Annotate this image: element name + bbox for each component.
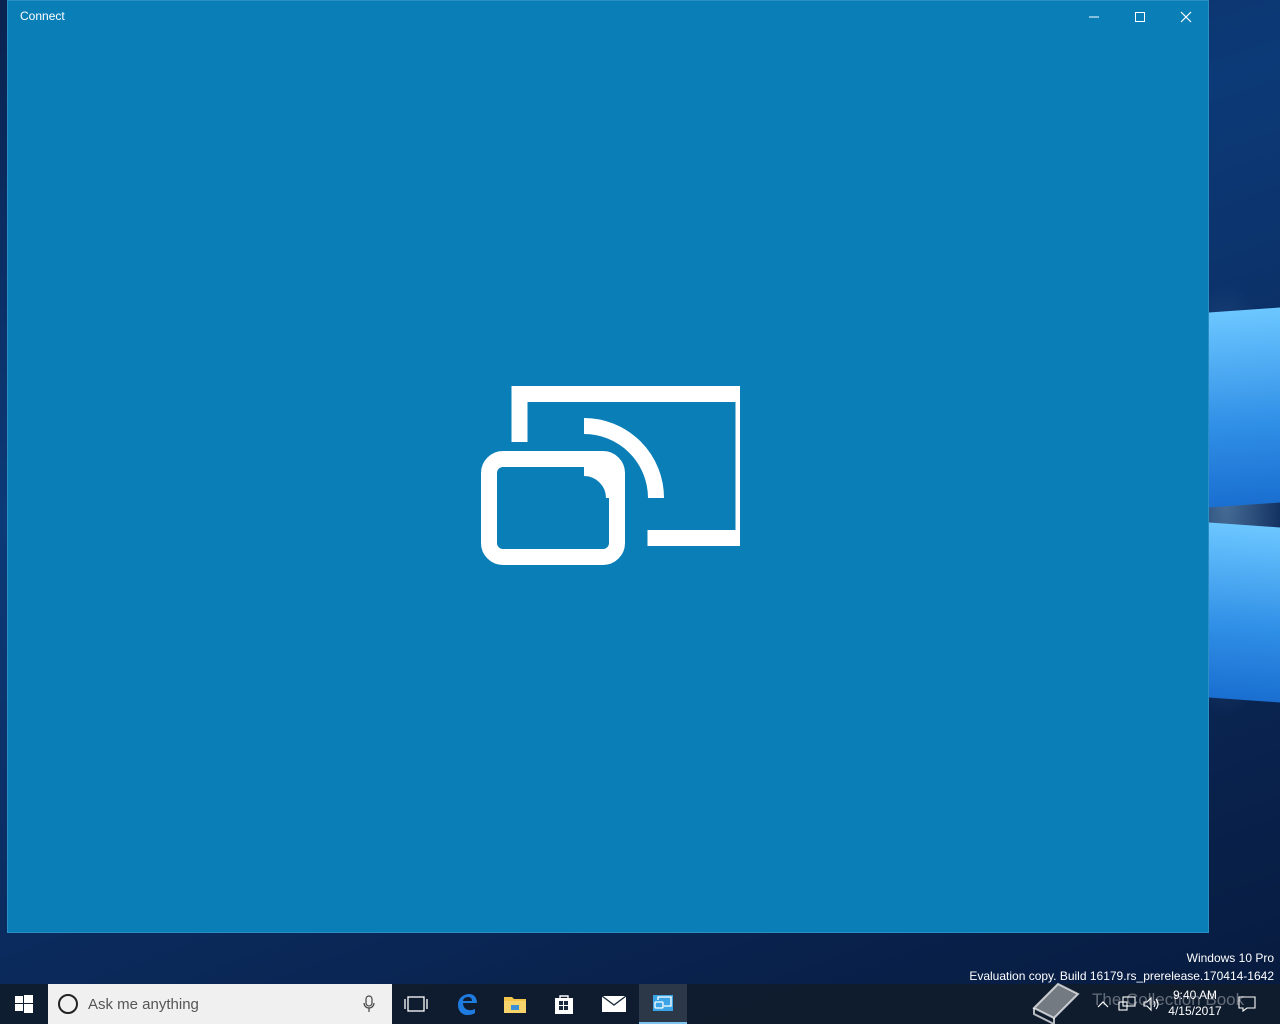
maximize-button[interactable] (1117, 1, 1163, 33)
connect-app-button[interactable] (639, 984, 687, 1024)
book-stamp-logo (1032, 982, 1080, 1024)
cortana-search-box[interactable]: Ask me anything (48, 984, 392, 1024)
microphone-icon[interactable] (362, 995, 376, 1013)
connect-app-window: Connect (7, 0, 1209, 933)
watermark-build: Evaluation copy. Build 16179.rs_prerelea… (969, 969, 1274, 983)
task-view-icon (404, 996, 428, 1012)
evaluation-watermark: Windows 10 Pro Evaluation copy. Build 16… (969, 949, 1274, 985)
cortana-icon (58, 994, 78, 1014)
stamp-text: The Collection Book (1092, 990, 1245, 1009)
wallpaper-windows-logo (1209, 280, 1280, 720)
taskbar: Ask me anything 9:40 AM 4/15/2017 (0, 984, 1280, 1024)
task-view-button[interactable] (392, 984, 440, 1024)
search-placeholder: Ask me anything (88, 996, 199, 1013)
close-button[interactable] (1163, 1, 1209, 33)
minimize-icon (1089, 16, 1099, 18)
window-title: Connect (20, 9, 65, 23)
title-bar[interactable]: Connect (8, 1, 1208, 33)
mail-icon (601, 995, 627, 1012)
minimize-button[interactable] (1071, 1, 1117, 33)
edge-button[interactable] (443, 984, 491, 1024)
windows-start-icon (15, 995, 33, 1013)
maximize-icon (1135, 12, 1145, 22)
mail-button[interactable] (590, 984, 638, 1024)
connect-app-icon (653, 995, 673, 1011)
store-icon (555, 995, 573, 1014)
watermark-edition: Windows 10 Pro (1186, 951, 1274, 965)
start-button[interactable] (0, 984, 48, 1024)
edge-icon (458, 994, 477, 1015)
close-icon (1180, 11, 1192, 23)
file-explorer-icon (504, 997, 526, 1013)
store-button[interactable] (540, 984, 588, 1024)
file-explorer-button[interactable] (491, 984, 539, 1024)
project-to-screen-icon (481, 386, 740, 565)
